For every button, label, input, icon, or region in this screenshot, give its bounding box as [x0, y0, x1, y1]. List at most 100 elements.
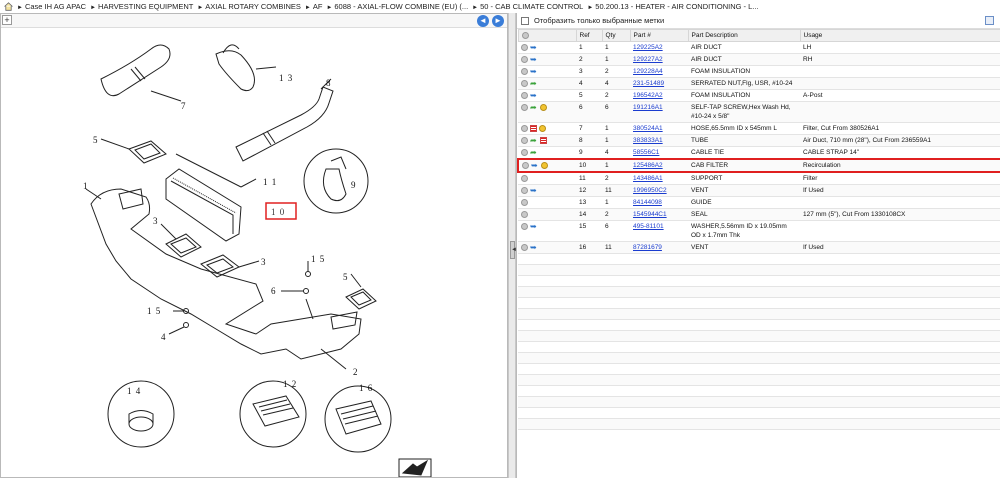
part-detail-12[interactable]	[239, 380, 307, 448]
settings-icon[interactable]	[521, 31, 529, 39]
callout-16[interactable]: 1 6	[359, 383, 373, 393]
part-foam-3[interactable]	[160, 223, 260, 278]
info-icon[interactable]	[521, 79, 528, 87]
table-row[interactable]: ➦ 6 6 191216A1 SELF-TAP SCREW,Hex Wash Hd, #…	[518, 101, 1000, 123]
breadcrumb-item[interactable]: ► HARVESTING EQUIPMENT	[90, 2, 193, 11]
breadcrumb-item[interactable]: ► AXIAL ROTARY COMBINES	[197, 2, 301, 11]
list-icon[interactable]	[540, 136, 547, 144]
part-number-link[interactable]: 380524A1	[633, 125, 663, 132]
info-icon[interactable]	[521, 222, 528, 230]
part-number-link[interactable]: 143486A1	[633, 175, 663, 182]
callout-6[interactable]: 6	[271, 286, 277, 296]
part-detail-9[interactable]	[303, 148, 369, 214]
header-icons[interactable]	[517, 29, 577, 42]
part-number-link[interactable]: 87281679	[633, 244, 662, 251]
info-icon[interactable]	[521, 243, 528, 251]
part-number-link[interactable]: 58556C1	[633, 149, 659, 156]
header-part[interactable]: Part #	[629, 29, 689, 42]
header-qty[interactable]: Qty	[601, 29, 631, 42]
info-icon[interactable]	[521, 103, 528, 111]
table-row[interactable]: ➥ 16 11 87281679 VENT If Used	[518, 241, 1000, 254]
blue-arrow-icon[interactable]: ➥	[530, 222, 538, 230]
callout-2[interactable]: 2	[353, 367, 359, 377]
green-arrow-icon[interactable]: ➦	[530, 79, 538, 87]
table-row[interactable]: ➦ 4 4 231-51489 SERRATED NUT,Flg, USR, #10-2…	[518, 77, 1000, 90]
info-icon[interactable]	[521, 124, 528, 132]
breadcrumb-item[interactable]: ► 6088 - AXIAL-FLOW COMBINE (EU) (...	[326, 2, 468, 11]
part-nut-4[interactable]	[168, 322, 189, 335]
table-row[interactable]: ➥ 3 2 129228A4 FOAM INSULATION	[518, 65, 1000, 78]
part-cable-tie-13[interactable]	[215, 44, 277, 92]
expand-button[interactable]: +	[2, 15, 12, 25]
table-row[interactable]: 13 1 84144098 GUIDE	[518, 196, 1000, 209]
callout-14[interactable]: 1 4	[127, 386, 141, 396]
info-icon[interactable]	[521, 186, 528, 194]
breadcrumb-item[interactable]: ► 50.200.13 - HEATER - AIR CONDITIONING -…	[587, 2, 758, 11]
show-selected-checkbox[interactable]	[521, 16, 529, 25]
callout-7[interactable]: 7	[181, 101, 187, 111]
part-number-link[interactable]: 84144098	[633, 199, 662, 206]
callout-12[interactable]: 1 2	[283, 379, 297, 389]
green-arrow-icon[interactable]: ➦	[530, 148, 538, 156]
part-foam-5[interactable]	[100, 138, 167, 164]
info-icon[interactable]	[521, 210, 528, 218]
table-row[interactable]: 7 1 380524A1 HOSE,65.5mm ID x 545mm L Filter…	[518, 122, 1000, 135]
callout-9[interactable]: 9	[351, 180, 357, 190]
part-number-link[interactable]: 383833A1	[633, 137, 663, 144]
breadcrumb-label[interactable]: 50 - CAB CLIMATE CONTROL	[480, 2, 583, 11]
part-number-link[interactable]: 125486A2	[633, 162, 663, 169]
blue-arrow-icon[interactable]: ➥	[530, 243, 538, 251]
callout-8[interactable]: 8	[326, 78, 332, 88]
part-detail-16[interactable]	[324, 385, 392, 453]
part-hose-8[interactable]	[235, 78, 334, 162]
breadcrumb-label[interactable]: HARVESTING EQUIPMENT	[98, 2, 193, 11]
callout-5b[interactable]: 5	[343, 272, 349, 282]
part-screw-6[interactable]	[281, 288, 314, 320]
callout-11[interactable]: 1 1	[263, 177, 277, 187]
part-number-link[interactable]: 231-51489	[633, 80, 664, 87]
blue-arrow-icon[interactable]: ➥	[530, 186, 538, 194]
table-row[interactable]: ➥ 12 11 1996950C2 VENT If Used	[518, 184, 1000, 197]
info-icon[interactable]	[521, 148, 528, 156]
info-icon[interactable]	[521, 43, 528, 51]
callout-1[interactable]: 1	[83, 181, 89, 191]
coin-icon[interactable]	[541, 161, 548, 169]
coin-icon[interactable]	[540, 103, 547, 111]
breadcrumb-item[interactable]: ► AF	[305, 2, 323, 11]
part-number-link[interactable]: 1996950C2	[633, 187, 667, 194]
breadcrumb-label[interactable]: 6088 - AXIAL-FLOW COMBINE (EU) (...	[334, 2, 468, 11]
table-row[interactable]: 14 2 1545944C1 SEAL 127 mm (5"), Cut From 13…	[518, 208, 1000, 221]
nav-back-button[interactable]: ◄	[477, 15, 489, 27]
list-icon[interactable]	[530, 124, 537, 132]
part-number-link[interactable]: 129225A2	[633, 44, 663, 51]
splitter-collapse-icon[interactable]: ◄	[510, 241, 517, 259]
info-icon[interactable]	[521, 198, 528, 206]
header-description[interactable]: Part Description	[687, 29, 801, 42]
breadcrumb-label[interactable]: AF	[313, 2, 323, 11]
table-row[interactable]: ➥ 2 1 129227A2 AIR DUCT RH	[518, 53, 1000, 66]
blue-arrow-icon[interactable]: ➥	[531, 161, 539, 169]
callout-13[interactable]: 1 3	[279, 73, 293, 83]
breadcrumb-item[interactable]: ► Case IH AG APAC	[17, 2, 86, 11]
callout-15b[interactable]: 1 5	[147, 306, 161, 316]
callout-10[interactable]: 1 0	[271, 207, 285, 217]
blue-arrow-icon[interactable]: ➥	[530, 55, 538, 63]
callout-5[interactable]: 5	[93, 135, 99, 145]
part-number-link[interactable]: 1545944C1	[633, 211, 667, 218]
table-row[interactable]: ➥ 15 6 495-81101 WASHER,5.56mm ID x 19.05mm …	[518, 220, 1000, 242]
part-foam-5b[interactable]	[345, 273, 377, 310]
info-icon[interactable]	[521, 55, 528, 63]
callout-3a[interactable]: 3	[153, 216, 159, 226]
part-cab-filter-10[interactable]	[165, 153, 257, 242]
nav-forward-button[interactable]: ►	[492, 15, 504, 27]
info-icon[interactable]	[521, 174, 528, 182]
part-number-link[interactable]: 495-81101	[633, 223, 664, 230]
blue-arrow-icon[interactable]: ➥	[530, 91, 538, 99]
exploded-parts-diagram[interactable]: 1 3 7 8 5 1 1 9 1 1 0 3 3 1 5 6 5 1 5 4 …	[1, 29, 507, 477]
table-row[interactable]: ➦ 8 1 383833A1 TUBE Air Duct, 710 mm (28"), C…	[518, 134, 1000, 147]
info-icon[interactable]	[521, 67, 528, 75]
coin-icon[interactable]	[539, 124, 546, 132]
home-icon[interactable]	[4, 2, 13, 11]
table-row[interactable]: ➥ 10 1 125486A2 CAB FILTER Recirculation	[517, 158, 1000, 173]
callout-3b[interactable]: 3	[261, 257, 267, 267]
